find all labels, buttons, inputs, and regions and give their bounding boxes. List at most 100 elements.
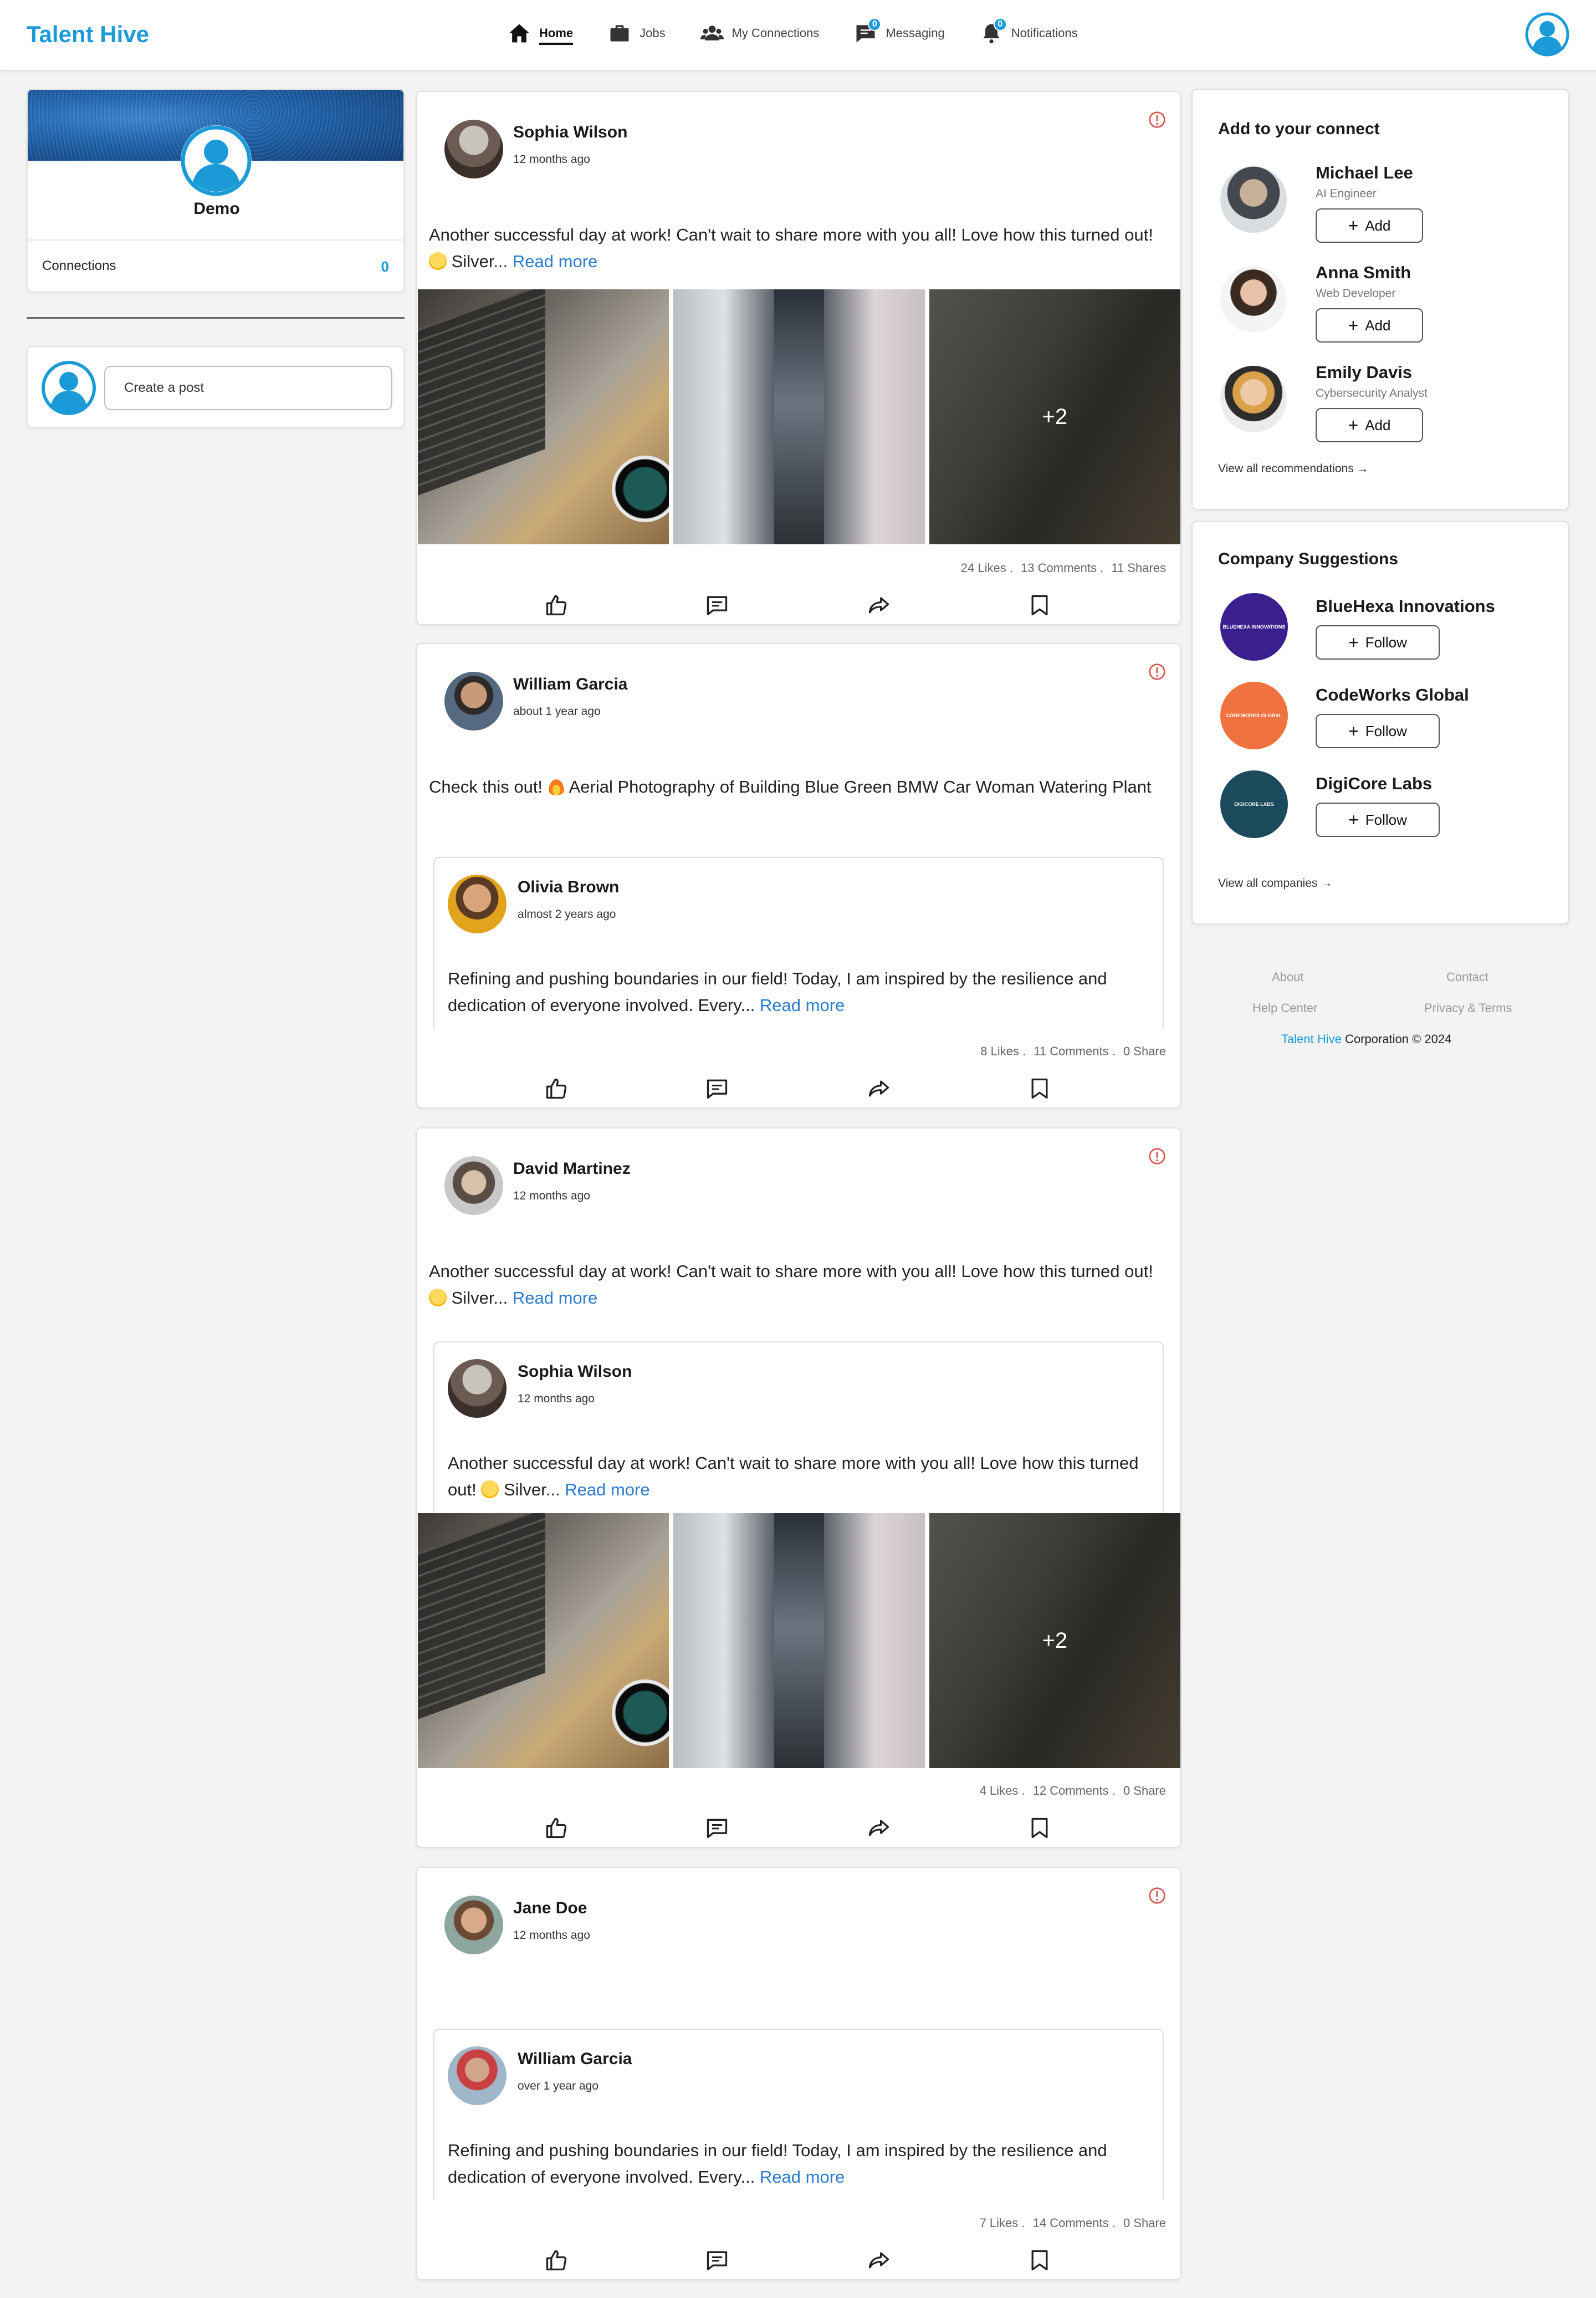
company-logo[interactable]: DIGICORE LABS xyxy=(1220,770,1288,838)
author-avatar[interactable] xyxy=(444,1156,503,1215)
person-name[interactable]: Anna Smith xyxy=(1316,263,1411,283)
footer-contact-link[interactable]: Contact xyxy=(1446,970,1488,984)
comment-icon[interactable] xyxy=(705,1816,729,1840)
author-avatar[interactable] xyxy=(448,1359,507,1418)
author-avatar[interactable] xyxy=(444,120,503,178)
bookmark-icon[interactable] xyxy=(1027,593,1052,617)
add-connection-button[interactable]: + Add xyxy=(1316,308,1423,343)
follow-button-label: Follow xyxy=(1365,634,1407,651)
bookmark-icon[interactable] xyxy=(1027,2248,1052,2273)
likes-count[interactable]: 8 Likes xyxy=(980,1044,1019,1058)
post-image[interactable] xyxy=(418,289,669,544)
post-image[interactable]: +2 xyxy=(929,1513,1180,1768)
like-icon[interactable] xyxy=(544,1076,569,1101)
company-name[interactable]: DigiCore Labs xyxy=(1316,774,1432,794)
author-avatar[interactable] xyxy=(448,875,507,933)
nav-notifications[interactable]: 0 Notifications xyxy=(979,17,1078,50)
read-more-link[interactable]: Read more xyxy=(513,1288,597,1308)
person-avatar[interactable] xyxy=(1220,166,1287,233)
post-image[interactable] xyxy=(673,289,925,544)
post-author[interactable]: Jane Doe xyxy=(513,1899,587,1918)
share-icon[interactable] xyxy=(867,1816,891,1840)
add-connection-button[interactable]: + Add xyxy=(1316,208,1423,243)
share-icon[interactable] xyxy=(867,593,891,617)
profile-name[interactable]: Demo xyxy=(28,200,403,218)
comment-icon[interactable] xyxy=(705,1076,729,1101)
read-more-link[interactable]: Read more xyxy=(565,1480,649,1499)
like-icon[interactable] xyxy=(544,2248,569,2273)
bookmark-icon[interactable] xyxy=(1027,1816,1052,1840)
person-avatar[interactable] xyxy=(1220,266,1287,333)
footer-help-link[interactable]: Help Center xyxy=(1252,1001,1317,1015)
connections-label[interactable]: Connections xyxy=(42,258,116,274)
view-all-recommendations-link[interactable]: View all recommendations → xyxy=(1218,462,1369,476)
report-icon[interactable] xyxy=(1148,663,1166,681)
report-icon[interactable] xyxy=(1148,1147,1166,1165)
shared-author[interactable]: Olivia Brown xyxy=(518,878,619,897)
post-image[interactable] xyxy=(673,1513,925,1768)
shared-post[interactable]: Sophia Wilson 12 months ago Another succ… xyxy=(433,1341,1164,1513)
company-name[interactable]: BlueHexa Innovations xyxy=(1316,596,1495,616)
user-avatar-icon[interactable] xyxy=(1525,12,1569,57)
person-avatar[interactable] xyxy=(1220,366,1287,432)
read-more-link[interactable]: Read more xyxy=(760,995,845,1015)
report-icon[interactable] xyxy=(1148,1887,1166,1904)
shares-count[interactable]: 0 Share xyxy=(1123,1044,1166,1058)
comments-count[interactable]: 14 Comments xyxy=(1033,2216,1109,2230)
company-logo[interactable]: BLUEHEXA INNOVATIONS xyxy=(1220,593,1288,661)
comments-count[interactable]: 13 Comments xyxy=(1021,561,1097,575)
post-image[interactable] xyxy=(418,1513,669,1768)
person-name[interactable]: Emily Davis xyxy=(1316,362,1412,382)
view-all-companies-link[interactable]: View all companies → xyxy=(1218,877,1332,890)
likes-count[interactable]: 24 Likes xyxy=(961,561,1006,575)
post-author[interactable]: David Martinez xyxy=(513,1160,631,1178)
post-author[interactable]: Sophia Wilson xyxy=(513,123,627,142)
top-navbar: Talent Hive Home Jobs My Connections 0 M… xyxy=(0,0,1596,71)
post-author[interactable]: William Garcia xyxy=(513,675,627,694)
company-name[interactable]: CodeWorks Global xyxy=(1316,685,1469,705)
profile-avatar-icon[interactable] xyxy=(181,125,252,196)
comment-icon[interactable] xyxy=(705,2248,729,2273)
share-icon[interactable] xyxy=(867,1076,891,1101)
author-avatar[interactable] xyxy=(444,1896,503,1954)
company-logo[interactable]: CODEWORKS GLOBAL xyxy=(1220,682,1288,749)
nav-connections[interactable]: My Connections xyxy=(700,17,819,50)
shares-count[interactable]: 0 Share xyxy=(1123,2216,1166,2230)
footer-privacy-link[interactable]: Privacy & Terms xyxy=(1424,1001,1512,1015)
author-avatar[interactable] xyxy=(448,2046,507,2105)
comments-count[interactable]: 12 Comments xyxy=(1033,1784,1109,1797)
plus-icon: + xyxy=(1348,215,1359,236)
add-connection-button[interactable]: + Add xyxy=(1316,408,1423,442)
author-avatar[interactable] xyxy=(444,672,503,731)
read-more-link[interactable]: Read more xyxy=(513,252,597,271)
bookmark-icon[interactable] xyxy=(1027,1076,1052,1101)
comment-icon[interactable] xyxy=(705,593,729,617)
likes-count[interactable]: 7 Likes xyxy=(980,2216,1019,2230)
share-icon[interactable] xyxy=(867,2248,891,2273)
nav-home[interactable]: Home xyxy=(507,17,574,50)
nav-messaging[interactable]: 0 Messaging xyxy=(853,17,945,50)
comments-count[interactable]: 11 Comments xyxy=(1034,1044,1108,1058)
read-more-link[interactable]: Read more xyxy=(760,2167,845,2187)
footer-about-link[interactable]: About xyxy=(1272,970,1304,984)
connections-count[interactable]: 0 xyxy=(381,258,389,275)
shares-count[interactable]: 11 Shares xyxy=(1111,561,1166,575)
shared-post[interactable]: William Garcia over 1 year ago Refining … xyxy=(433,2029,1164,2200)
shared-author[interactable]: William Garcia xyxy=(518,2050,632,2069)
shared-author[interactable]: Sophia Wilson xyxy=(518,1362,632,1381)
like-icon[interactable] xyxy=(544,593,569,617)
person-name[interactable]: Michael Lee xyxy=(1316,163,1413,183)
nav-jobs[interactable]: Jobs xyxy=(607,17,666,50)
likes-count[interactable]: 4 Likes xyxy=(980,1784,1019,1797)
follow-button[interactable]: + Follow xyxy=(1316,625,1440,660)
post-image[interactable]: +2 xyxy=(929,289,1180,544)
create-post-input[interactable]: Create a post xyxy=(104,366,392,410)
follow-button[interactable]: + Follow xyxy=(1316,714,1440,748)
shares-count[interactable]: 0 Share xyxy=(1123,1784,1166,1797)
follow-button[interactable]: + Follow xyxy=(1316,803,1440,837)
post-actions xyxy=(417,1811,1180,1845)
shared-post[interactable]: Olivia Brown almost 2 years ago Refining… xyxy=(433,857,1164,1029)
brand-logo[interactable]: Talent Hive xyxy=(27,21,149,48)
like-icon[interactable] xyxy=(544,1816,569,1840)
report-icon[interactable] xyxy=(1148,111,1166,129)
